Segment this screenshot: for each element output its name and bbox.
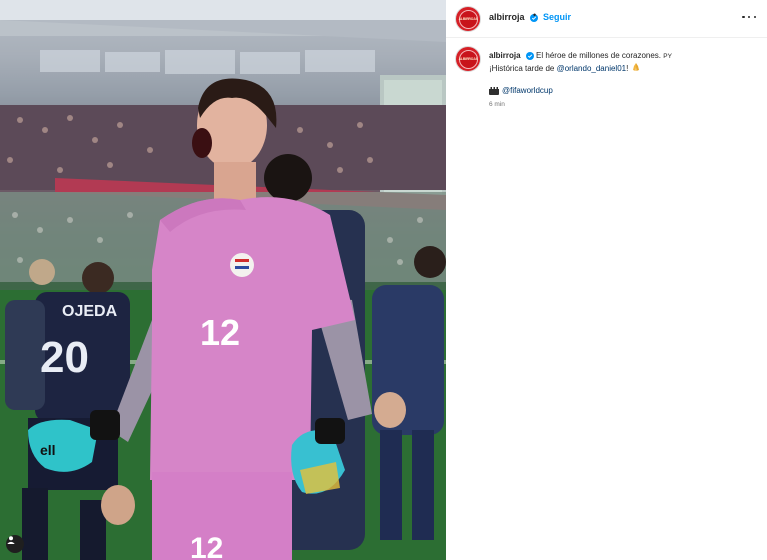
- paraguay-flag-code: PY: [663, 53, 672, 60]
- caption-line-3: @fifaworldcup: [489, 85, 749, 96]
- header-username[interactable]: albirroja: [489, 12, 539, 22]
- clapper-board-icon: [489, 86, 499, 95]
- avatar[interactable]: ALBIRROJA: [456, 7, 480, 31]
- post-caption: albirroja El héroe de millones de corazo…: [489, 50, 749, 96]
- follow-button[interactable]: Seguir: [543, 12, 571, 22]
- post-timestamp[interactable]: 6 min: [489, 101, 505, 108]
- caption-avatar-logo-text: ALBIRROJA: [458, 57, 478, 61]
- caption-text-2-end: !: [626, 64, 629, 73]
- caption-line-1: albirroja El héroe de millones de corazo…: [489, 50, 749, 62]
- caption-username[interactable]: albirroja: [489, 51, 521, 60]
- caption-line-2: ¡Histórica tarde de @orlando_daniel01!: [489, 62, 749, 74]
- caption-verified-badge-icon: [525, 51, 534, 60]
- mention-link[interactable]: @orlando_daniel01: [557, 64, 627, 73]
- user-tag-icon[interactable]: [6, 535, 24, 553]
- more-options-icon[interactable]: [742, 11, 756, 23]
- post-header: ALBIRROJA albirroja • Seguir: [446, 0, 767, 38]
- caption-avatar[interactable]: ALBIRROJA: [456, 47, 480, 71]
- glove-logo-text: ell: [40, 442, 56, 458]
- fifaworldcup-link[interactable]: @fifaworldcup: [502, 85, 553, 96]
- header-separator: •: [533, 10, 537, 20]
- teammate-number: 20: [40, 333, 89, 382]
- photo-illustration: 12 OJEDA 20 ell 12: [0, 0, 446, 560]
- shorts-number: 12: [190, 532, 223, 560]
- avatar-logo-text: ALBIRROJA: [458, 17, 478, 21]
- teammate-name: OJEDA: [62, 303, 118, 320]
- caption-text: El héroe de millones de corazones.: [536, 51, 662, 60]
- caption-text-2: ¡Histórica tarde de: [489, 64, 557, 73]
- post-photo[interactable]: 12 OJEDA 20 ell 12: [0, 0, 446, 560]
- post-side-panel: ALBIRROJA albirroja • Seguir ALBIRROJA a…: [446, 0, 767, 560]
- jersey-number: 12: [200, 312, 240, 353]
- praying-hands-icon: [632, 63, 639, 71]
